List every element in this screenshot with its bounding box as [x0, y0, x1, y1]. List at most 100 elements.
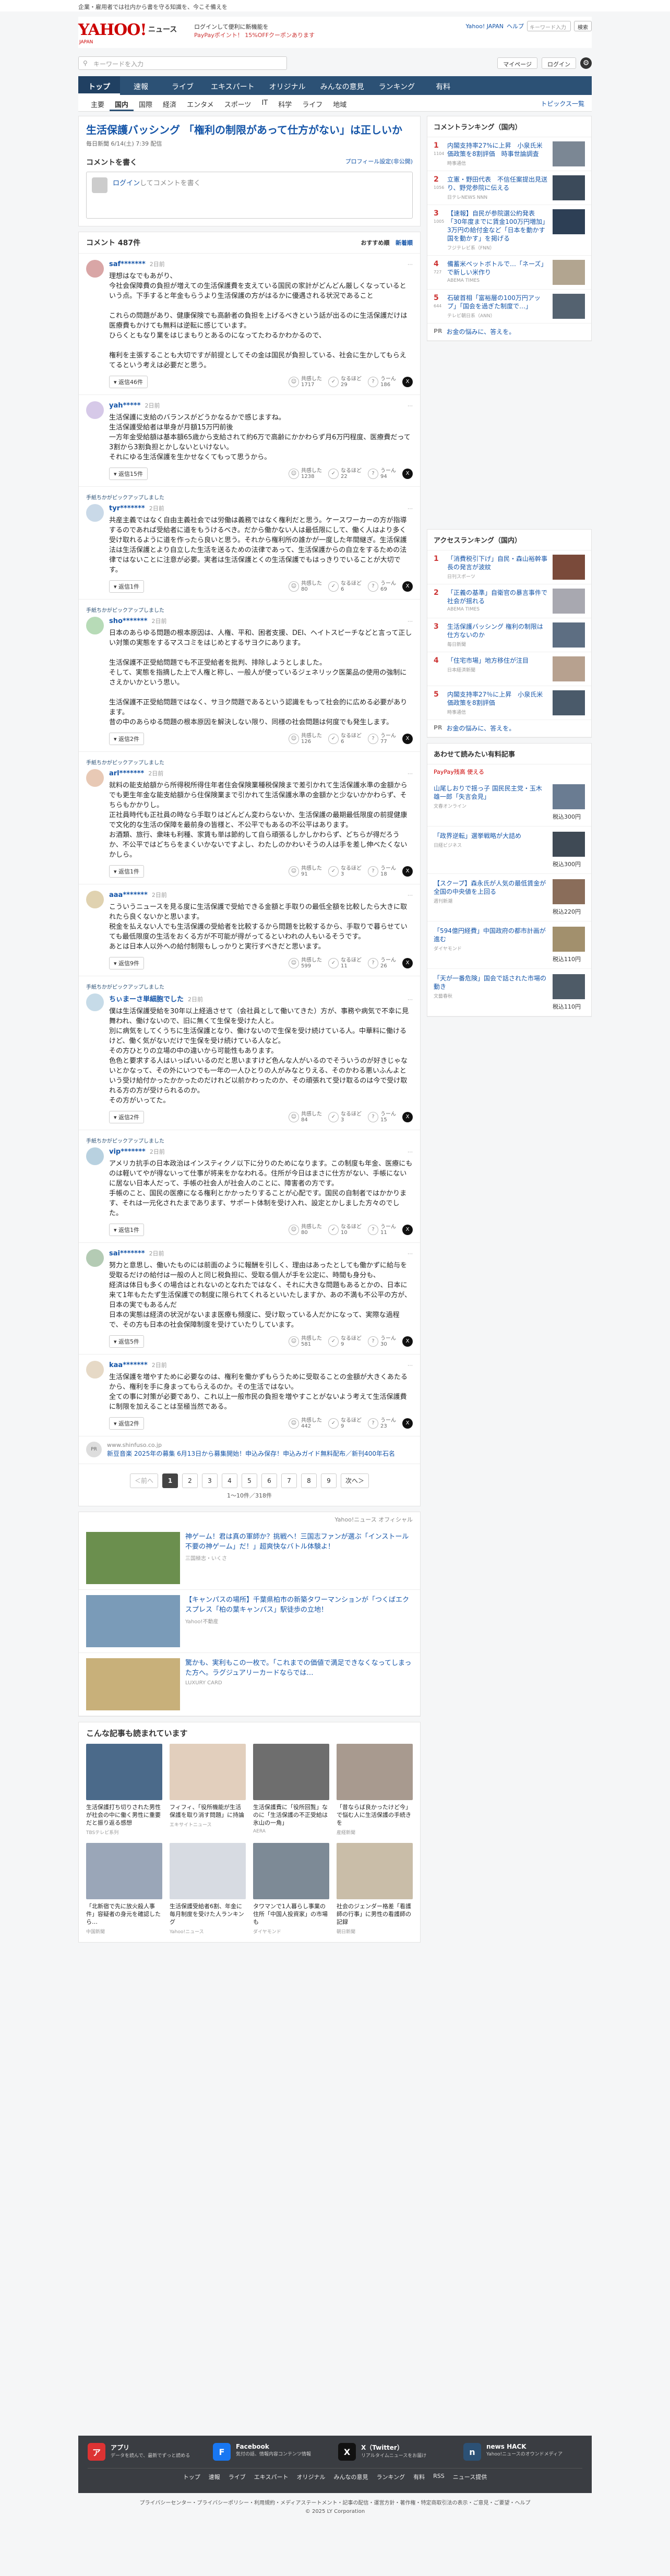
yahoo-japan-link[interactable]: Yahoo! JAPAN [465, 23, 504, 30]
reply-toggle-button[interactable]: ▾ 返信1件 [109, 1224, 145, 1236]
ranking-item[interactable]: 5 644 石破首相「富裕層の100万円アップ」「国会を過ぎた制度で…」 テレビ朝日系… [427, 290, 591, 324]
access-item[interactable]: 3 生活保護バッシング 権利の制限は仕方ないのか 毎日新聞 [427, 618, 591, 652]
access-item[interactable]: 1 「消費税引下げ」自民・森山裕幹事長の発言が波紋 日刊スポーツ [427, 550, 591, 584]
paid-article[interactable]: 山尾しおりで揺っ子 国民民主党・玉木雄一郎「失言会見」 文春オンライン 税込300円 [427, 779, 591, 826]
mypage-button[interactable]: マイページ [497, 57, 537, 69]
avatar[interactable] [86, 1249, 104, 1267]
understand-button[interactable]: ✓ なるほど 9 [328, 1336, 362, 1347]
x-share-icon[interactable]: X [402, 469, 413, 479]
understand-button[interactable]: ✓ なるほど 10 [328, 1224, 362, 1236]
footer-link[interactable]: エキスパート [254, 2473, 289, 2481]
access-pr[interactable]: PR お金の悩みに、答えを。 [427, 720, 591, 737]
avatar[interactable] [86, 891, 104, 908]
footer-link[interactable]: みんなの意見 [333, 2473, 368, 2481]
login-link[interactable]: ログイン [113, 179, 140, 187]
footer-link[interactable]: ライブ [229, 2473, 246, 2481]
agree-button[interactable]: ☺ 共感した 581 [289, 1336, 322, 1347]
header-search-input[interactable]: キーワード入力 [527, 21, 571, 31]
agree-button[interactable]: ☺ 共感した 80 [289, 581, 322, 592]
report-icon[interactable]: ⋯ [408, 262, 413, 268]
login-button[interactable]: ログイン [542, 57, 576, 69]
sort-newest[interactable]: 新着順 [396, 239, 413, 246]
footer-column[interactable]: アアプリ データを読んで、最新でずっと読める [88, 2443, 192, 2461]
avatar[interactable] [86, 260, 104, 278]
inline-ad[interactable]: PR www.shinfuso.co.jp 新豆音楽 2025年の募集 6月13… [79, 1436, 420, 1464]
hmm-button[interactable]: ? うーん 69 [368, 581, 396, 592]
avatar[interactable] [86, 504, 104, 522]
page-button[interactable]: 2 [182, 1473, 198, 1488]
cnav-sports[interactable]: スポーツ [219, 95, 257, 111]
report-icon[interactable]: ⋯ [408, 997, 413, 1003]
comment-username[interactable]: sai******* [109, 1250, 145, 1257]
report-icon[interactable]: ⋯ [408, 771, 413, 777]
article-title[interactable]: 生活保護バッシング 「権利の制限があって仕方がない」は正しいか [86, 123, 413, 137]
comment-username[interactable]: yah***** [109, 402, 141, 410]
promo-banner[interactable]: ログインして便利に新機能を PayPayポイント！ 15%OFFクーポンあります [194, 23, 315, 40]
ranking-pr[interactable]: PR お金の悩みに、答えを。 [427, 324, 591, 341]
footer-link[interactable]: ニュース提供 [453, 2473, 487, 2481]
cnav-local[interactable]: 地域 [328, 95, 352, 111]
profile-settings-link[interactable]: プロフィール設定(非公開) [345, 157, 413, 167]
understand-button[interactable]: ✓ なるほど 9 [328, 1418, 362, 1429]
cnav-domestic[interactable]: 国内 [110, 95, 134, 111]
help-link[interactable]: ヘルプ [507, 22, 524, 30]
avatar[interactable] [86, 1147, 104, 1165]
ranking-item[interactable]: 1 1104 内閣支持率27%に上昇 小泉氏米価政策を8割評価 時事世論調査 時事通信 [427, 137, 591, 171]
x-share-icon[interactable]: X [402, 581, 413, 592]
report-icon[interactable]: ⋯ [408, 506, 413, 512]
related-card[interactable]: フィフィ、「役所機能が生活保護を取り消す問題」に持論 エキサイトニュース [170, 1744, 246, 1836]
x-share-icon[interactable]: X [402, 1336, 413, 1347]
paid-article[interactable]: 「594億円経費」中国政府の都市計画が進む ダイヤモンド 税込110円 [427, 921, 591, 969]
cnav-international[interactable]: 国際 [134, 95, 158, 111]
sort-recommended[interactable]: おすすめ順 [361, 239, 390, 246]
page-button[interactable]: 5 [242, 1473, 257, 1488]
related-card[interactable]: 生活保護受給者6割、年金に毎月制度を受けた人ランキング Yahoo!ニュース [170, 1843, 246, 1935]
related-card[interactable]: 生活保護費に「役所回覧」なのに「生活保護の不正受給は氷山の一角」 AERA [253, 1744, 329, 1836]
gnav-breaking[interactable]: 速報 [120, 76, 162, 95]
gnav-live[interactable]: ライブ [162, 76, 204, 95]
footer-link[interactable]: RSS [433, 2473, 445, 2481]
top-notice[interactable]: 企業・雇用者では社内から書を守る知識を、今こそ備えを [0, 0, 670, 11]
gnav-ranking[interactable]: ランキング [372, 76, 423, 95]
hmm-button[interactable]: ? うーん 94 [368, 468, 396, 480]
related-card[interactable]: 生活保護打ち切りされた男性が社会の中に働く男性に重要だと振り返る感想 TBSテレビ… [86, 1744, 162, 1836]
reply-toggle-button[interactable]: ▾ 返信5件 [109, 1335, 145, 1348]
header-search-button[interactable]: 検索 [574, 21, 592, 31]
related-card[interactable]: タワマンで1人暮らし事業の住所「中国人投資家」の市場も ダイヤモンド [253, 1843, 329, 1935]
access-item[interactable]: 4 「住宅市場」地方移住が注目 日本経済新聞 [427, 652, 591, 686]
agree-button[interactable]: ☺ 共感した 126 [289, 733, 322, 745]
footer-link[interactable]: ランキング [376, 2473, 405, 2481]
footer-column[interactable]: F Facebook 気付の話、情報内容コンテンツ情報 [213, 2443, 317, 2461]
comment-username[interactable]: sho******* [109, 617, 148, 625]
understand-button[interactable]: ✓ なるほど 3 [328, 866, 362, 877]
page-button[interactable]: 8 [301, 1473, 317, 1488]
gnav-top[interactable]: トップ [78, 76, 120, 95]
gnav-opinions[interactable]: みんなの意見 [313, 76, 372, 95]
paid-article[interactable]: 「政界逆転」選挙戦略が大詰め 日経ビジネス 税込300円 [427, 826, 591, 874]
cnav-science[interactable]: 科学 [273, 95, 297, 111]
agree-button[interactable]: ☺ 共感した 442 [289, 1418, 322, 1429]
reply-toggle-button[interactable]: ▾ 返信46件 [109, 376, 148, 388]
hmm-button[interactable]: ? うーん 11 [368, 1224, 396, 1236]
gear-icon[interactable]: ⚙ [580, 57, 592, 69]
avatar[interactable] [86, 617, 104, 634]
cnav-entertainment[interactable]: エンタメ [182, 95, 219, 111]
hmm-button[interactable]: ? うーん 23 [368, 1418, 396, 1429]
report-icon[interactable]: ⋯ [408, 403, 413, 409]
hmm-button[interactable]: ? うーん 15 [368, 1111, 396, 1123]
comment-username[interactable]: ちぃまーさ単細胞でした [109, 993, 184, 1003]
understand-button[interactable]: ✓ なるほど 6 [328, 581, 362, 592]
agree-button[interactable]: ☺ 共感した 84 [289, 1111, 322, 1123]
page-button[interactable]: 3 [202, 1473, 218, 1488]
report-icon[interactable]: ⋯ [408, 1363, 413, 1369]
reply-toggle-button[interactable]: ▾ 返信9件 [109, 957, 145, 969]
comment-username[interactable]: tyr******* [109, 505, 145, 512]
cnav-economy[interactable]: 経済 [158, 95, 182, 111]
news-search-input[interactable]: ⚲ キーワードを入力 [78, 56, 287, 70]
related-card[interactable]: 「北新宿で先に放火殺人事件」容疑者の身元を確認したら… 中国新聞 [86, 1843, 162, 1935]
hmm-button[interactable]: ? うーん 186 [368, 376, 396, 388]
comment-username[interactable]: aaa******* [109, 891, 148, 899]
comment-textarea[interactable]: ログインしてコメントを書く [86, 172, 413, 219]
agree-button[interactable]: ☺ 共感した 1238 [289, 468, 322, 480]
comment-username[interactable]: arl******* [109, 770, 144, 777]
